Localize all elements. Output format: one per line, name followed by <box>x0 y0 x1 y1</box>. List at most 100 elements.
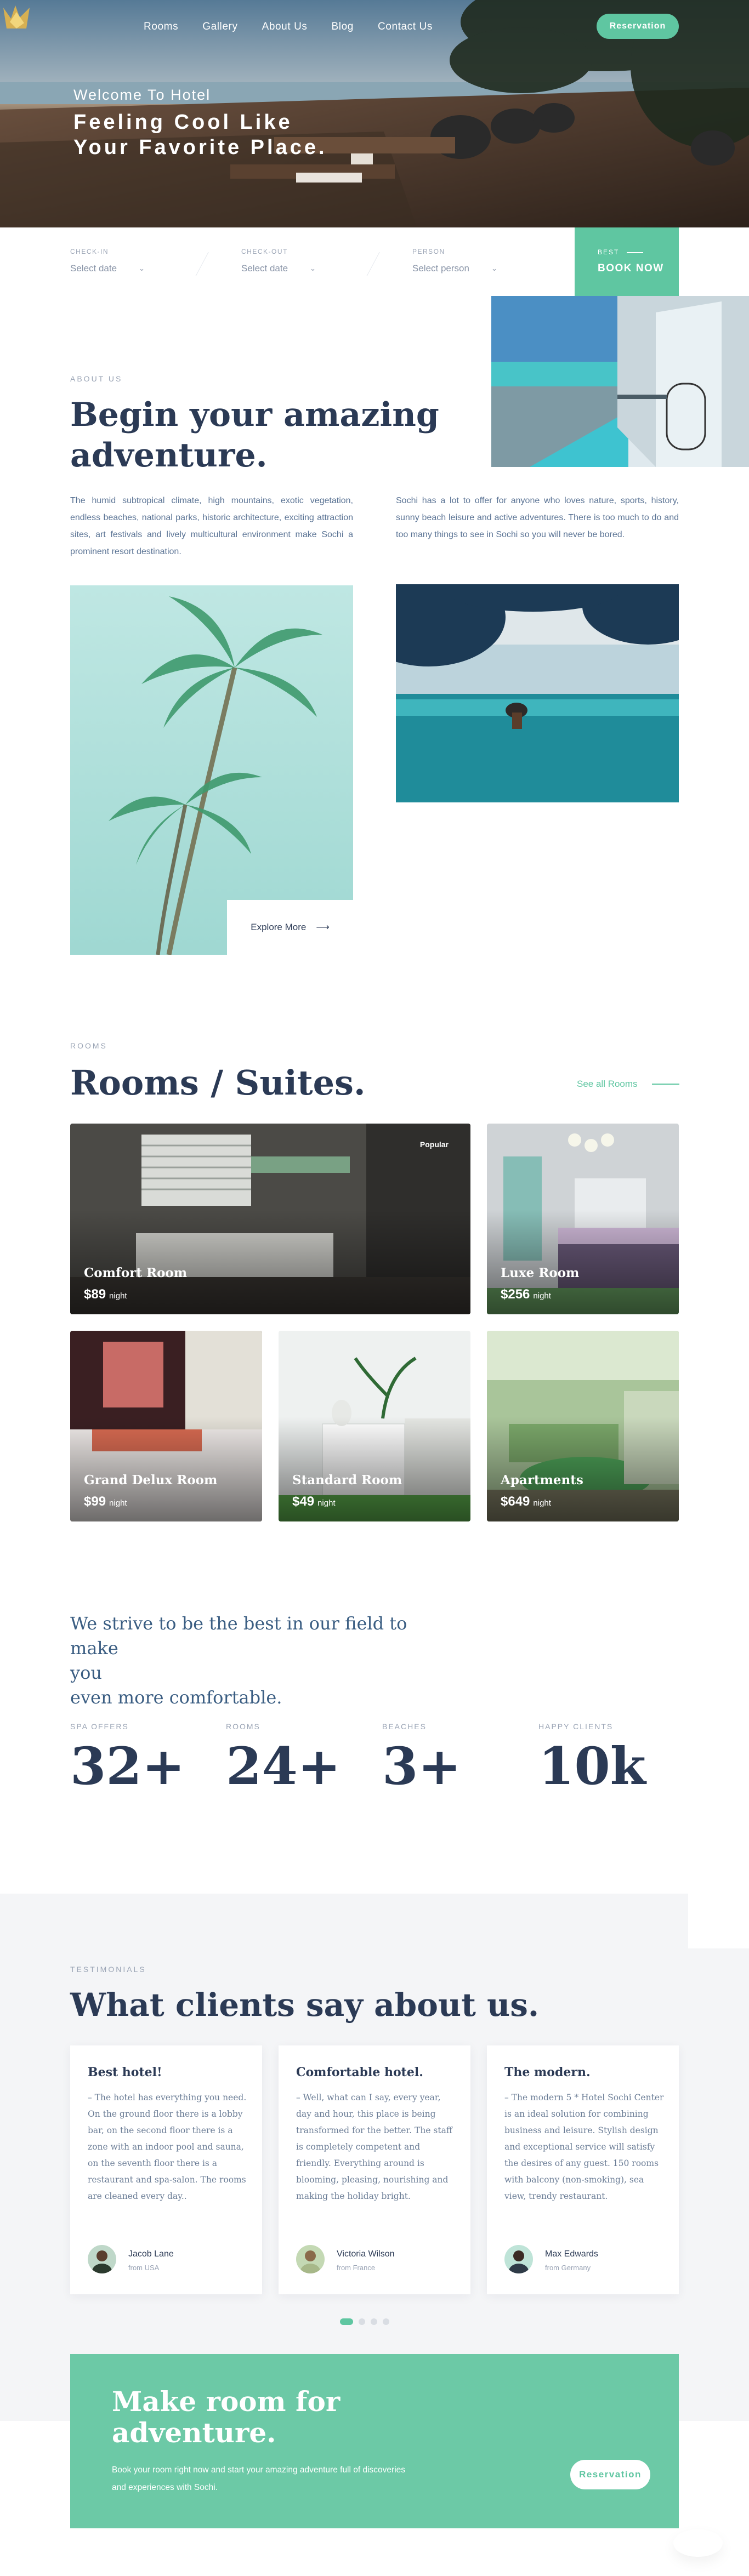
explore-more-label: Explore More <box>251 922 307 932</box>
see-all-rooms-label: See all Rooms <box>577 1079 638 1089</box>
check-in-label: CHECK-IN <box>70 248 109 255</box>
room-name: Comfort Room <box>84 1266 188 1280</box>
carousel-dot-3[interactable] <box>371 2318 377 2325</box>
check-out-value: Select date <box>241 263 288 273</box>
room-price-value: $49 <box>292 1494 315 1509</box>
reservation-button[interactable]: Reservation <box>597 14 679 39</box>
stat-happy-clients: HAPPY CLIENTS 10k <box>538 1722 646 1797</box>
room-price: $89 night <box>84 1287 127 1302</box>
room-card-comfort[interactable]: Popular Comfort Room $89 night <box>70 1124 470 1314</box>
room-card-luxe[interactable]: Luxe Room $256 night <box>487 1124 679 1314</box>
check-in-value: Select date <box>70 263 117 273</box>
person-field[interactable]: PERSON Select person ⌄ <box>412 248 497 274</box>
room-name: Grand Delux Room <box>84 1473 218 1488</box>
testimonials-eyebrow: TESTIMONIALS <box>70 1965 146 1974</box>
person-value: Select person <box>412 263 469 273</box>
room-price: $49 night <box>292 1494 336 1509</box>
check-in-field[interactable]: CHECK-IN Select date ⌄ <box>70 248 145 274</box>
testimonial-text: – The modern 5 * Hotel Sochi Center is a… <box>504 2093 664 2201</box>
carousel-dot-1[interactable] <box>340 2318 353 2325</box>
room-card-grand-delux[interactable]: Grand Delux Room $99 night <box>70 1331 262 1521</box>
hero-section: Rooms Gallery About Us Blog Contact Us R… <box>0 0 749 227</box>
hero-title: Feeling Cool Like Your Favorite Place. <box>73 110 457 160</box>
about-title: Begin your amazing adventure. <box>70 395 454 476</box>
infinity-pool-image <box>396 584 679 802</box>
stat-spa-offers: SPA OFFERS 32+ <box>70 1722 185 1797</box>
popular-badge: Popular <box>419 1140 449 1149</box>
nav-link-rooms[interactable]: Rooms <box>144 21 178 33</box>
cta-title: Make room for adventure. <box>112 2386 419 2448</box>
stat-label: BEACHES <box>382 1722 427 1731</box>
room-price: $649 night <box>501 1494 551 1509</box>
book-now-eyebrow: BEST <box>598 248 643 256</box>
room-price-value: $649 <box>501 1494 530 1509</box>
room-price-value: $256 <box>501 1287 530 1302</box>
room-name: Standard Room <box>292 1473 402 1488</box>
room-name: Luxe Room <box>501 1266 580 1280</box>
room-price: $256 night <box>501 1287 551 1302</box>
strive-line-1: We strive to be the best in our field to… <box>70 1613 407 1659</box>
hero-welcome: Welcome To Hotel <box>73 87 211 103</box>
top-nav: Rooms Gallery About Us Blog Contact Us R… <box>0 0 749 55</box>
testimonials-title: What clients say about us. <box>70 1986 540 2024</box>
explore-more-button[interactable]: Explore More ⟶ <box>227 900 353 955</box>
testimonial-card: Best hotel! – The hotel has everything y… <box>70 2045 262 2294</box>
stat-value: 32+ <box>70 1736 185 1797</box>
palm-trees-image <box>70 585 353 955</box>
room-card-apartments[interactable]: Apartments $649 night <box>487 1331 679 1521</box>
chevron-down-icon: ⌄ <box>491 264 497 272</box>
testimonial-origin: from France <box>337 2264 376 2272</box>
strive-heading: We strive to be the best in our field to… <box>70 1611 427 1710</box>
person-label: PERSON <box>412 248 445 255</box>
nav-link-about-us[interactable]: About Us <box>262 21 308 33</box>
room-card-standard[interactable]: Standard Room $49 night <box>279 1331 470 1521</box>
nav-links: Rooms Gallery About Us Blog Contact Us <box>144 21 433 33</box>
divider <box>366 252 380 276</box>
testimonial-card: The modern. – The modern 5 * Hotel Sochi… <box>487 2045 679 2294</box>
nav-link-blog[interactable]: Blog <box>332 21 354 33</box>
about-title-line-1: Begin your amazing <box>70 396 439 434</box>
room-price-unit: night <box>109 1291 127 1301</box>
strive-line-3: even more comfortable. <box>70 1687 282 1708</box>
room-price-unit: night <box>533 1498 551 1508</box>
stat-label: ROOMS <box>226 1722 260 1731</box>
check-out-field[interactable]: CHECK-OUT Select date ⌄ <box>241 248 316 274</box>
booking-bar: CHECK-IN Select date ⌄ CHECK-OUT Select d… <box>0 227 749 296</box>
carousel-dots <box>340 2318 389 2325</box>
crown-leaf-logo[interactable] <box>0 0 34 34</box>
cta-text: Book your room right now and start your … <box>112 2465 406 2492</box>
cta-title-line-2: adventure. <box>112 2417 276 2449</box>
testimonial-card: Comfortable hotel. – Well, what can I sa… <box>279 2045 470 2294</box>
nav-link-gallery[interactable]: Gallery <box>202 21 237 33</box>
carousel-dot-4[interactable] <box>383 2318 389 2325</box>
testimonial-origin: from Germany <box>545 2264 591 2272</box>
testimonial-origin: from USA <box>128 2264 160 2272</box>
cta-title-line-1: Make room for <box>112 2385 341 2418</box>
room-price-unit: night <box>533 1291 551 1301</box>
room-price-unit: night <box>109 1498 127 1508</box>
testimonial-author: Victoria Wilson <box>337 2249 395 2259</box>
avatar <box>88 2245 116 2273</box>
hero-title-line-2: Your Favorite Place. <box>73 136 327 159</box>
cta-reservation-button[interactable]: Reservation <box>570 2460 650 2489</box>
avatar <box>296 2245 325 2273</box>
arrow-right-icon: ⟶ <box>316 922 330 932</box>
about-eyebrow: ABOUT US <box>70 374 123 383</box>
stat-beaches: BEACHES 3+ <box>382 1722 461 1797</box>
room-name: Apartments <box>501 1473 583 1488</box>
testimonial-author: Jacob Lane <box>128 2249 174 2259</box>
rooms-title: Rooms / Suites. <box>70 1063 366 1103</box>
room-price-value: $89 <box>84 1287 106 1302</box>
chevron-down-icon: ⌄ <box>139 264 145 272</box>
room-price-value: $99 <box>84 1494 106 1509</box>
stat-value: 24+ <box>226 1736 341 1797</box>
rooms-eyebrow: ROOMS <box>70 1041 107 1050</box>
room-price-unit: night <box>317 1498 336 1508</box>
hero-title-line-1: Feeling Cool Like <box>73 111 293 134</box>
stat-label: SPA OFFERS <box>70 1722 129 1731</box>
see-all-rooms-link[interactable]: See all Rooms <box>577 1079 679 1090</box>
book-now-button[interactable]: BEST BOOK NOW <box>575 227 679 296</box>
nav-link-contact-us[interactable]: Contact Us <box>378 21 433 33</box>
testimonial-text: – The hotel has everything you need. On … <box>88 2093 247 2201</box>
carousel-dot-2[interactable] <box>359 2318 365 2325</box>
